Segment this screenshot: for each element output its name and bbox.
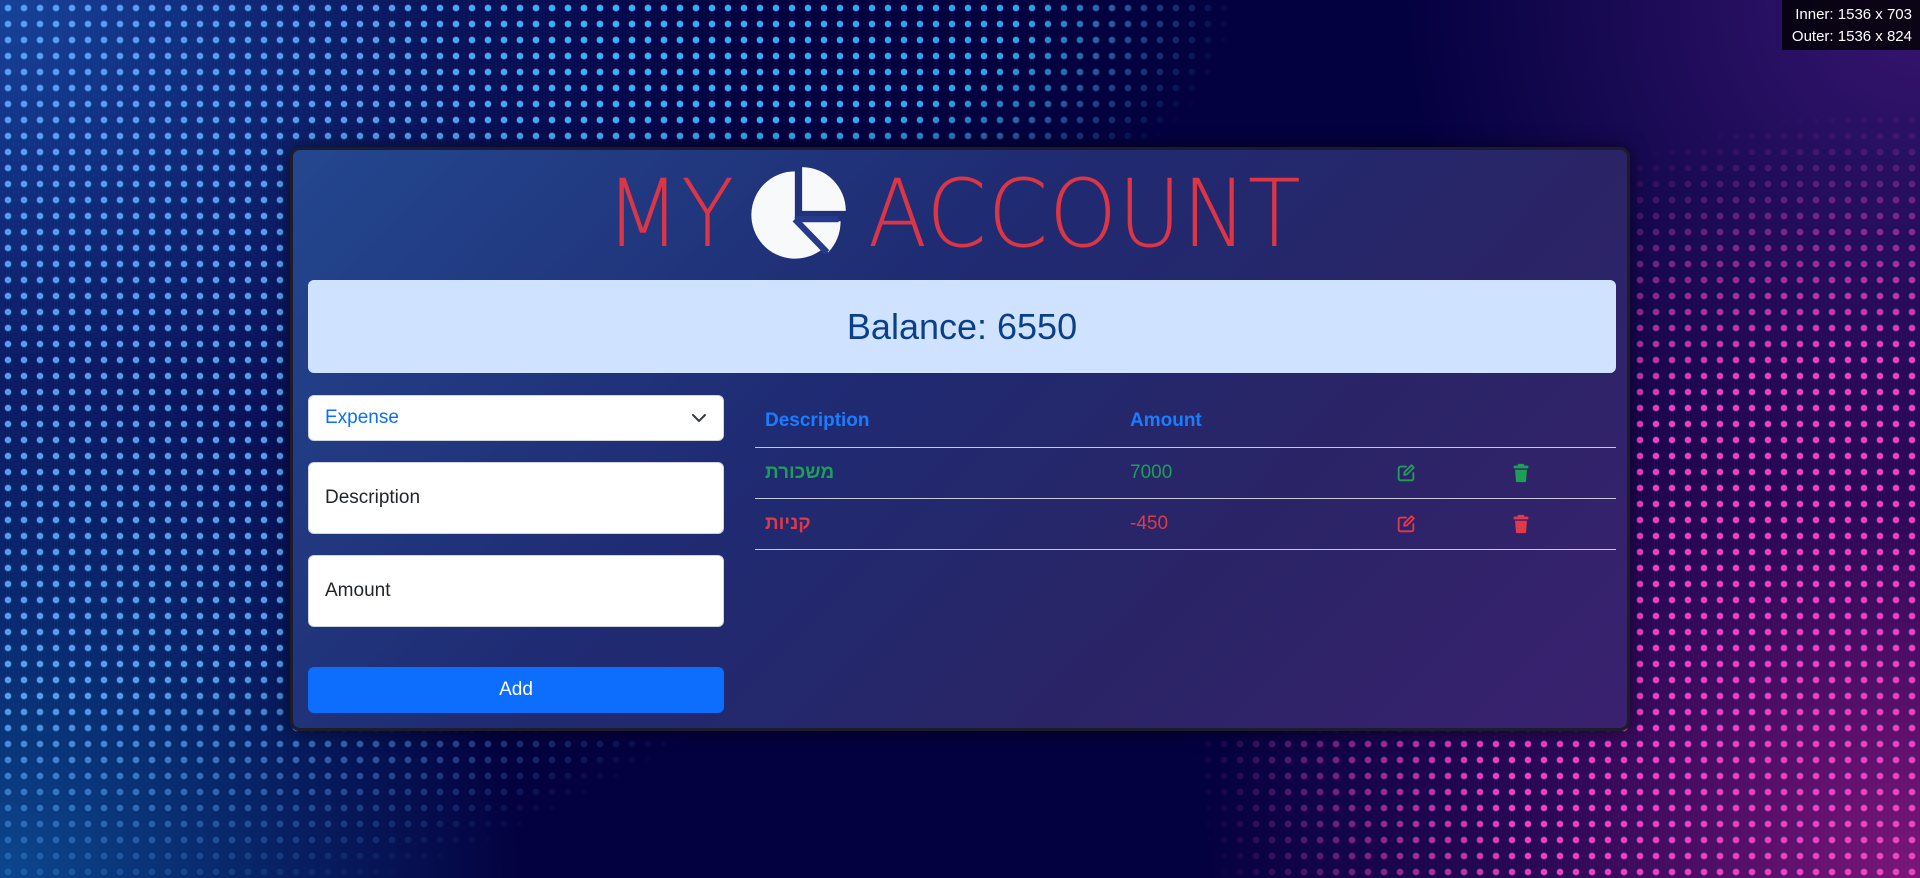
add-button[interactable]: Add <box>308 667 724 713</box>
edit-button[interactable] <box>1395 499 1417 549</box>
trash-icon <box>1513 463 1529 483</box>
pie-chart-icon <box>750 167 846 259</box>
transactions-table: Description Amount משכורת 7000 קניות -45 <box>755 395 1616 550</box>
account-card: MY ACCOUNT Balance: 6550 Expense Descrip… <box>290 147 1630 731</box>
chevron-down-icon <box>692 414 706 422</box>
outer-size-text: Outer: 1536 x 824 <box>1791 28 1912 45</box>
edit-icon <box>1397 464 1415 482</box>
delete-button[interactable] <box>1510 499 1532 549</box>
inner-size-text: Inner: 1536 x 703 <box>1795 6 1912 23</box>
edit-button[interactable] <box>1395 448 1417 498</box>
transaction-form: Expense Description Amount Add <box>308 395 724 713</box>
row-description: קניות <box>765 513 811 534</box>
balance-banner: Balance: 6550 <box>308 280 1616 373</box>
edit-icon <box>1397 515 1415 533</box>
delete-button[interactable] <box>1510 448 1532 498</box>
balance-text: Balance: 6550 <box>846 305 1078 347</box>
description-placeholder: Description <box>325 487 421 508</box>
trash-icon <box>1513 514 1529 534</box>
row-amount: -450 <box>1130 513 1169 534</box>
row-amount: 7000 <box>1130 462 1173 483</box>
header-description: Description <box>765 410 870 431</box>
table-row: קניות -450 <box>755 499 1616 550</box>
row-description: משכורת <box>765 462 835 483</box>
app-logo: MY ACCOUNT <box>293 160 1627 270</box>
amount-field[interactable]: Amount <box>308 555 724 627</box>
window-size-overlay: Inner: 1536 x 703 Outer: 1536 x 824 <box>1781 0 1920 50</box>
table-row: משכורת 7000 <box>755 448 1616 499</box>
type-select-value: Expense <box>325 407 399 428</box>
logo-text-account: ACCOUNT <box>867 160 1302 269</box>
table-header: Description Amount <box>755 395 1616 448</box>
type-select[interactable]: Expense <box>308 395 724 441</box>
description-field[interactable]: Description <box>308 462 724 534</box>
logo-text-my: MY <box>605 160 735 269</box>
amount-placeholder: Amount <box>325 580 391 601</box>
header-amount: Amount <box>1130 410 1202 431</box>
